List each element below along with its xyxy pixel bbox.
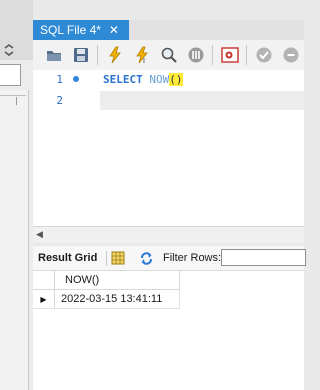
scroll-left-icon[interactable]: ◀ [36, 226, 48, 242]
folder-open-icon[interactable] [43, 45, 64, 65]
bracket-match-highlight: () [169, 73, 183, 86]
svg-text:I: I [143, 58, 145, 64]
row-marker-icon[interactable]: ▶ [33, 290, 55, 309]
sql-keyword: SELECT [103, 73, 143, 86]
row-header-corner [33, 271, 55, 290]
navigator-tree [0, 90, 28, 390]
current-line-highlight [100, 91, 304, 110]
tab-title: SQL File 4* [40, 23, 101, 37]
sql-code-line[interactable]: SELECT NOW() [103, 73, 183, 86]
close-icon[interactable]: ✕ [109, 24, 119, 36]
toolbar-separator [212, 45, 213, 65]
filter-rows-label: Filter Rows: [163, 252, 222, 264]
result-grid-tab[interactable]: Result Grid [38, 250, 97, 266]
navigator-search-input[interactable] [0, 64, 21, 86]
table-cell[interactable]: 2022-03-15 13:41:11 [55, 290, 180, 309]
line-number: 2 [56, 94, 63, 107]
navigator-separator [0, 95, 26, 96]
statement-marker-icon [73, 76, 79, 82]
rollback-icon[interactable] [280, 45, 301, 65]
commit-icon[interactable] [253, 45, 274, 65]
execute-current-icon[interactable]: I [131, 45, 152, 65]
sql-function: NOW [149, 73, 170, 86]
navigator-options-icon[interactable] [3, 44, 15, 56]
toolbar-separator [106, 251, 107, 266]
explain-icon[interactable] [158, 45, 179, 65]
navigator-tick [16, 97, 17, 105]
line-number: 1 [56, 73, 63, 86]
filter-rows-input[interactable] [221, 249, 306, 266]
save-icon[interactable] [70, 45, 91, 65]
tab-sql-file[interactable]: SQL File 4* ✕ [33, 20, 129, 40]
editor-horizontal-scrollbar[interactable] [33, 226, 304, 243]
column-header[interactable]: NOW() [55, 271, 180, 290]
refresh-icon[interactable] [139, 251, 154, 266]
navigator-divider [28, 90, 29, 390]
toggle-output-icon[interactable] [219, 45, 240, 65]
toolbar-separator [246, 45, 247, 65]
execute-icon[interactable] [104, 45, 125, 65]
sql-editor-toolbar: I [33, 40, 304, 70]
stop-icon[interactable] [185, 45, 206, 65]
toolbar-separator [97, 45, 98, 65]
grid-layout-icon[interactable] [111, 251, 125, 265]
